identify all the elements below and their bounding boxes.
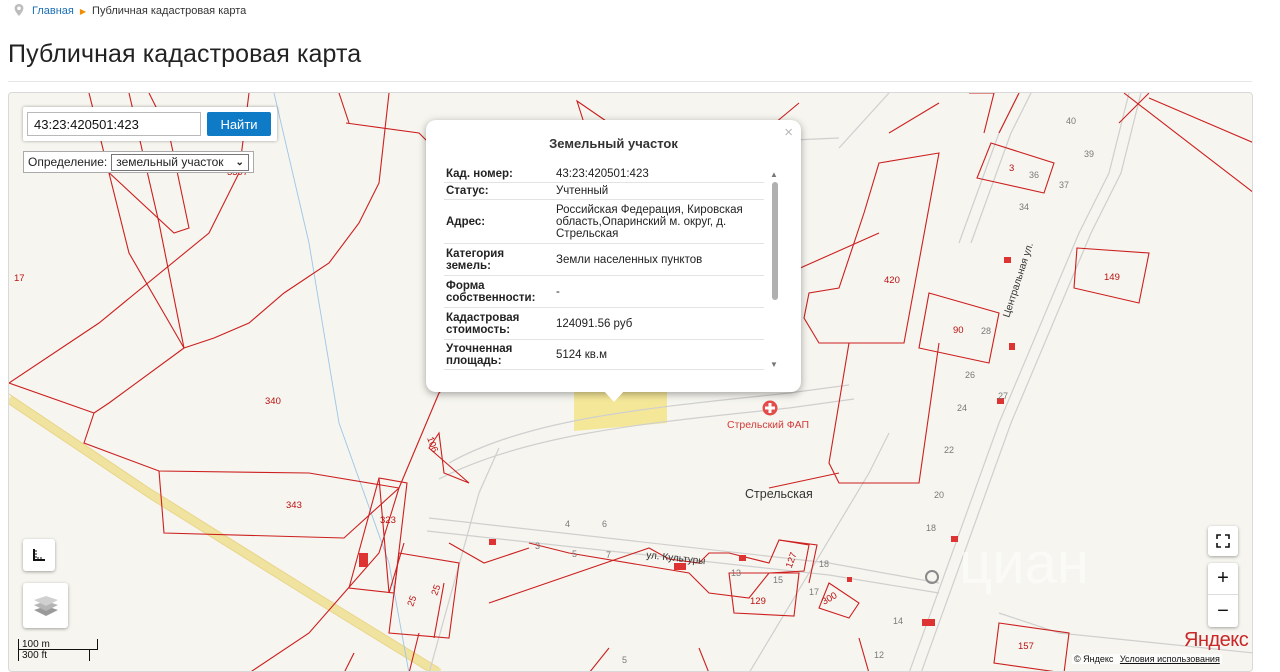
scale-bar: 100 m 300 ft (18, 639, 98, 661)
svg-text:36: 36 (1029, 170, 1039, 180)
table-row: Кад. номер: 43:23:420501:423 (444, 166, 764, 183)
svg-text:18: 18 (819, 559, 829, 569)
map-attribution: © Яндекс Условия использования (1072, 654, 1222, 664)
search-button[interactable]: Найти (207, 112, 271, 136)
svg-text:17: 17 (809, 587, 819, 597)
breadcrumb: Главная ▶ Публичная кадастровая карта (14, 3, 246, 19)
svg-text:300: 300 (820, 590, 839, 607)
scroll-down-icon[interactable]: ▼ (770, 360, 778, 369)
svg-text:3: 3 (535, 541, 540, 551)
svg-text:5: 5 (572, 549, 577, 559)
svg-text:420: 420 (884, 275, 900, 286)
zoom-out-button[interactable]: − (1208, 595, 1238, 627)
svg-text:18: 18 (926, 523, 936, 533)
ruler-icon (33, 549, 45, 561)
svg-text:12: 12 (874, 650, 884, 660)
definition-selected-value: земельный участок (116, 155, 224, 169)
svg-text:27: 27 (998, 391, 1008, 401)
poi-label: Стрельский ФАП (727, 419, 809, 431)
fullscreen-icon (1216, 534, 1230, 548)
layers-button[interactable] (23, 583, 68, 628)
breadcrumb-home-link[interactable]: Главная (32, 5, 74, 17)
village-label: Стрельская (745, 487, 813, 501)
svg-text:129: 129 (750, 596, 766, 607)
chevron-down-icon: ⌄ (235, 156, 244, 168)
svg-text:26: 26 (965, 370, 975, 380)
svg-text:157: 157 (1018, 641, 1034, 652)
cadastral-map[interactable]: 17 340 343 323 25 25 106 420 90 149 3 12… (8, 92, 1253, 672)
parcel-label: 343 (286, 500, 302, 511)
layers-icon (33, 595, 58, 616)
main-road (9, 395, 442, 671)
definition-panel: Определение: земельный участок ⌄ (23, 151, 254, 173)
zoom-control: + − (1208, 563, 1238, 627)
table-row: Категория земель: Земли населенных пункто… (444, 243, 764, 276)
breadcrumb-separator-icon: ▶ (79, 6, 87, 16)
table-row: Уточненная площадь: 5124 кв.м (444, 339, 764, 370)
svg-text:106: 106 (424, 435, 440, 454)
copyright-text: © Яндекс (1074, 654, 1114, 664)
popup-title: Земельный участок (549, 136, 678, 151)
svg-text:20: 20 (934, 490, 944, 500)
parcel-label: 17 (14, 273, 25, 284)
popup-scrollbar[interactable]: ▲ ▼ (770, 170, 780, 370)
title-divider (8, 81, 1252, 82)
svg-text:22: 22 (944, 445, 954, 455)
parcel-label: 323 (380, 515, 396, 526)
breadcrumb-current: Публичная кадастровая карта (92, 5, 247, 17)
scrollbar-thumb[interactable] (772, 182, 778, 300)
table-row: Форма собственности: - (444, 275, 764, 308)
svg-text:127: 127 (784, 551, 800, 570)
svg-text:14: 14 (893, 616, 903, 626)
svg-text:6: 6 (602, 519, 607, 529)
parcel-info-popup: × Земельный участок Кад. номер: 43:23:420… (426, 120, 801, 402)
ruler-button[interactable] (23, 539, 55, 571)
map-pin-icon (14, 3, 26, 19)
svg-text:34: 34 (1019, 202, 1029, 212)
definition-select[interactable]: земельный участок ⌄ (111, 153, 249, 171)
svg-text:37: 37 (1059, 180, 1069, 190)
yandex-logo: Яндекс (1184, 629, 1249, 651)
parcel-info-table: Кад. номер: 43:23:420501:423 Статус: Учтен… (444, 166, 764, 370)
svg-text:28: 28 (981, 326, 991, 336)
zoom-in-button[interactable]: + (1208, 563, 1238, 595)
svg-text:5: 5 (622, 655, 627, 665)
popup-pointer (603, 390, 625, 402)
table-row: Кадастровая стоимость: 124091.56 руб (444, 307, 764, 340)
search-panel: Найти (23, 107, 277, 141)
parcel-label: 340 (265, 396, 281, 407)
cadastral-number-input[interactable] (27, 112, 201, 136)
definition-label: Определение: (28, 155, 108, 169)
svg-text:13: 13 (731, 568, 741, 578)
svg-text:40: 40 (1066, 116, 1076, 126)
svg-text:24: 24 (957, 403, 967, 413)
street-label-centralnaya: Центральная ул. (1001, 241, 1036, 318)
svg-text:90: 90 (953, 325, 964, 336)
svg-text:7: 7 (606, 550, 611, 560)
poi-hospital-icon (762, 400, 778, 416)
svg-text:39: 39 (1084, 149, 1094, 159)
cian-watermark: циан (959, 531, 1089, 596)
svg-text:15: 15 (773, 575, 783, 585)
table-row: Статус: Учтенный (444, 182, 764, 200)
table-row: Адрес: Российская Федерация, Кировская об… (444, 199, 764, 244)
svg-text:3: 3 (1009, 163, 1014, 174)
scroll-up-icon[interactable]: ▲ (770, 170, 778, 179)
terms-link[interactable]: Условия использования (1120, 654, 1220, 664)
svg-text:4: 4 (565, 519, 570, 529)
page-title: Публичная кадастровая карта (8, 40, 362, 68)
svg-text:25: 25 (405, 594, 419, 608)
svg-text:149: 149 (1104, 272, 1120, 283)
fullscreen-button[interactable] (1208, 526, 1238, 556)
